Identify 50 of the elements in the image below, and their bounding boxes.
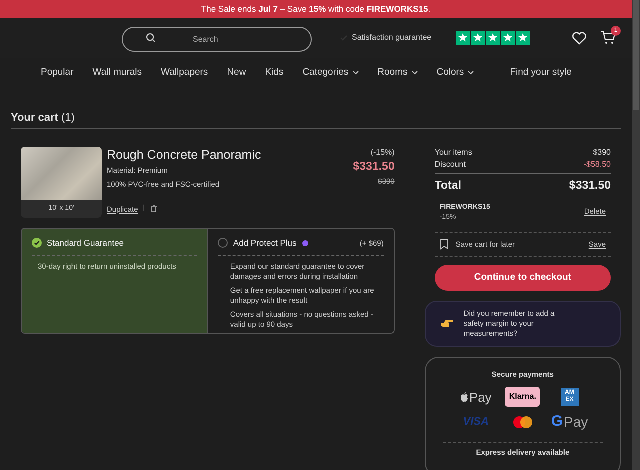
summary-value: $390: [593, 146, 611, 158]
bookmark-icon: [440, 238, 449, 250]
nav-link[interactable]: Kids: [265, 66, 284, 80]
heart-icon[interactable]: [572, 32, 587, 44]
nav-link[interactable]: Rooms: [378, 66, 418, 80]
summary-value: $331.50: [569, 178, 611, 194]
sparkle-icon: [302, 240, 309, 247]
summary-label: Discount: [434, 158, 466, 170]
nav-link[interactable]: Wall murals: [92, 66, 142, 80]
nav-link[interactable]: Popular: [41, 66, 74, 80]
guarantee-option[interactable]: [207, 229, 394, 333]
chevron-down-icon: [468, 71, 474, 75]
visa-logo: VISA: [463, 415, 489, 430]
guarantee-title: Standard Guarantee: [47, 237, 124, 250]
summary-label: Your items: [434, 146, 472, 158]
nav-link[interactable]: Categories: [302, 66, 359, 80]
chevron-down-icon: [412, 71, 418, 75]
sale-price: $331.50: [353, 160, 395, 174]
guarantee-title: Add Protect Plus: [233, 237, 297, 250]
nav-link[interactable]: Colors: [436, 66, 474, 80]
klarna-logo: Klarna.: [505, 387, 540, 408]
trash-icon[interactable]: [150, 205, 158, 214]
star-icon: [488, 33, 498, 43]
summary-label: Total: [434, 178, 462, 194]
cart-count: (1): [61, 111, 75, 126]
star-icon: [458, 33, 468, 43]
summary-value: -$58.50: [584, 158, 611, 170]
star-icon: [518, 33, 528, 43]
pointing-hand-icon: [440, 319, 454, 329]
star-icon: [502, 33, 513, 43]
cart-title: Your cart: [11, 111, 58, 126]
google-pay-logo: GPay: [551, 412, 588, 432]
cart-icon[interactable]: [601, 31, 616, 45]
checkout-button[interactable]: Continue to checkout: [434, 265, 611, 291]
nav-link[interactable]: New: [227, 66, 246, 80]
discount-percent: (-15%): [370, 146, 395, 158]
star-icon: [472, 33, 483, 43]
search-icon: [146, 33, 156, 43]
nav-link[interactable]: Find your style: [510, 66, 572, 80]
guarantee-text: Satisfaction guarantee: [352, 32, 432, 44]
chevron-down-icon: [352, 71, 359, 75]
nav-link[interactable]: Wallpapers: [161, 66, 208, 80]
product-name: Rough Concrete Panoramic: [107, 146, 262, 162]
mastercard-logo: [512, 416, 533, 429]
scrollbar[interactable]: [632, 0, 640, 470]
radio-icon: [218, 238, 228, 248]
apple-pay-logo: Pay: [460, 388, 492, 407]
sale-banner-text: The Sale ends Jul 7 – Save 15% with code FIREWORKS15.: [201, 2, 431, 16]
search-field[interactable]: Search: [122, 26, 312, 52]
checked-radio-icon: [32, 238, 42, 248]
